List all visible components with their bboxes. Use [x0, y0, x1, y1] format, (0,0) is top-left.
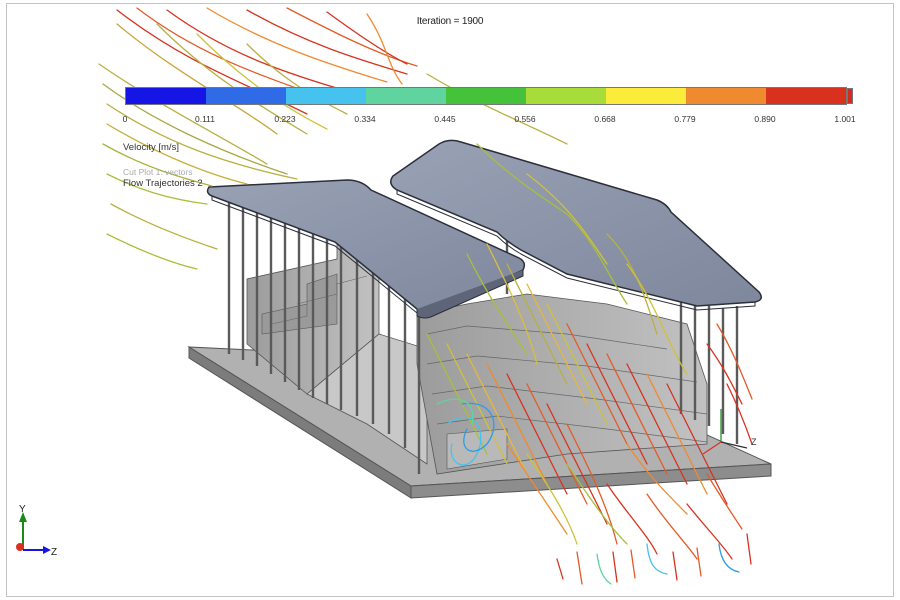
colorbar-tick-label: 0.334 [354, 114, 376, 124]
colorbar-tick-label: 0.556 [514, 114, 536, 124]
colorbar-ticks: 0 0.111 0.223 0.334 0.445 0.556 0.668 0.779 0.89… [122, 114, 856, 126]
model-z-axis-label: Z [751, 437, 757, 447]
iteration-label: Iteration = 1900 [416, 16, 484, 27]
colorbar-segment [606, 88, 686, 104]
colorbar-segment [206, 88, 286, 104]
global-axis-triad[interactable]: Y Z [16, 504, 57, 558]
colorbar-segment [766, 88, 846, 104]
legend-title: Velocity [m/s] [123, 142, 179, 153]
colorbar-tick-label: 0 [122, 114, 128, 124]
colorbar-end-cap [847, 88, 853, 104]
velocity-colorbar [125, 87, 853, 105]
z-axis-label: Z [51, 547, 57, 558]
colorbar-tick-label: 1.001 [834, 114, 856, 124]
y-axis-label: Y [19, 504, 26, 515]
colorbar-tick-label: 0.779 [674, 114, 696, 124]
colorbar-tick-label: 0.890 [754, 114, 776, 124]
right-bleacher-steps [416, 293, 708, 475]
colorbar-tick-label: 0.111 [194, 114, 215, 124]
colorbar-tick-label: 0.223 [274, 114, 296, 124]
colorbar-segment [686, 88, 766, 104]
colorbar-segment [126, 88, 206, 104]
colorbar-segment [446, 88, 526, 104]
graphics-viewport[interactable]: Z Y Z Iteration = 1900 0 0.111 0.223 0.334 0… [6, 3, 894, 597]
colorbar-segment [286, 88, 366, 104]
colorbar-segment [526, 88, 606, 104]
legend-item: Flow Trajectories 2 [123, 178, 203, 189]
colorbar-segment [366, 88, 446, 104]
colorbar-tick-label: 0.445 [434, 114, 456, 124]
colorbar-tick-label: 0.668 [594, 114, 616, 124]
legend-subtitle: Cut Plot 1: vectors [123, 167, 193, 177]
